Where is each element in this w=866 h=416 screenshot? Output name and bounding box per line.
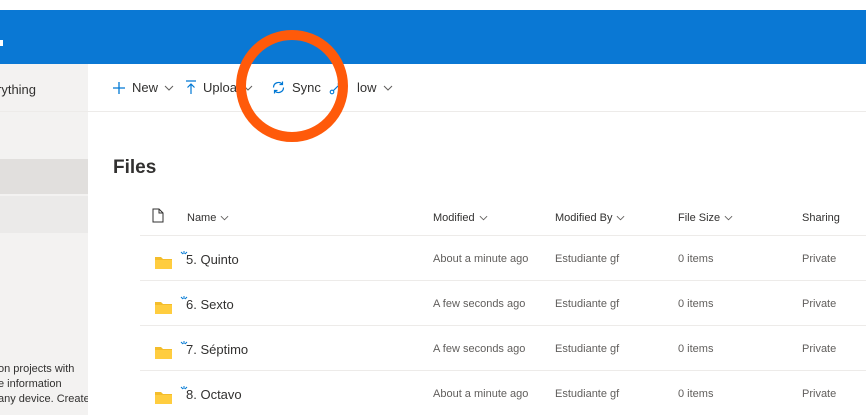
modified-by-value[interactable]: Estudiante gf — [555, 298, 619, 310]
file-name-link[interactable]: 5. Quinto — [186, 252, 239, 267]
chevron-down-icon — [616, 212, 625, 224]
chevron-down-icon — [220, 212, 229, 224]
nav-info-text: on projects with e information any devic… — [0, 362, 88, 407]
modified-by-value[interactable]: Estudiante gf — [555, 343, 619, 355]
modified-column-label: Modified — [433, 212, 475, 224]
sharing-value: Private — [802, 388, 837, 400]
modified-by-value[interactable]: Estudiante gf — [555, 388, 619, 400]
upload-arrow-icon — [185, 80, 197, 95]
page-title: Files — [113, 157, 157, 178]
modified-by-value[interactable]: Estudiante gf — [555, 253, 619, 265]
chevron-down-icon — [479, 212, 488, 224]
file-name-link[interactable]: 7. Séptimo — [186, 342, 248, 357]
modified-value: A few seconds ago — [433, 343, 526, 355]
sharing-value: Private — [802, 343, 837, 355]
modified-value: About a minute ago — [433, 388, 529, 400]
flow-button-label: low — [357, 80, 377, 95]
new-button[interactable]: New — [112, 80, 174, 95]
table-row[interactable]: 7. Séptimo A few seconds ago Estudiante … — [140, 325, 866, 371]
file-name-link[interactable]: 6. Sexto — [186, 297, 234, 312]
sharing-value: Private — [802, 298, 837, 310]
folder-icon — [155, 256, 172, 274]
chevron-down-icon — [383, 85, 393, 91]
folder-icon — [155, 301, 172, 319]
upload-button-label: Uploa — [203, 80, 237, 95]
document-icon — [152, 208, 164, 226]
file-type-column-header[interactable] — [152, 208, 164, 226]
name-column-label: Name — [187, 212, 217, 224]
file-size-column-label: File Size — [678, 212, 721, 224]
modified-by-column-label: Modified By — [555, 212, 613, 224]
modified-value: About a minute ago — [433, 253, 529, 265]
highlight-circle-annotation — [236, 30, 348, 142]
suite-header-bar — [0, 10, 866, 64]
modified-value: A few seconds ago — [433, 298, 526, 310]
modified-column-header[interactable]: Modified — [433, 212, 488, 224]
new-button-label: New — [132, 80, 159, 95]
file-size-value: 0 items — [678, 343, 714, 355]
sharing-value: Private — [802, 253, 837, 265]
folder-icon — [155, 346, 172, 364]
file-size-value: 0 items — [678, 298, 714, 310]
nav-item-selected[interactable] — [0, 159, 88, 194]
plus-icon — [112, 81, 126, 95]
nav-divider — [0, 111, 88, 112]
top-margin — [0, 0, 866, 10]
file-size-value: 0 items — [678, 253, 714, 265]
sharing-column-label: Sharing — [802, 212, 840, 224]
command-bar: New Uploa Sync low — [88, 64, 866, 112]
modified-by-column-header[interactable]: Modified By — [555, 212, 625, 224]
nav-info-line: e information — [0, 378, 62, 390]
nav-info-line: any device. Create — [0, 393, 88, 405]
search-everything-label[interactable]: rything — [0, 82, 36, 97]
nav-info-line: on projects with — [0, 363, 75, 375]
file-size-value: 0 items — [678, 388, 714, 400]
name-column-header[interactable]: Name — [187, 212, 229, 224]
table-row[interactable]: 8. Octavo About a minute ago Estudiante … — [140, 370, 866, 416]
nav-item[interactable] — [0, 196, 88, 233]
sharing-column-header[interactable]: Sharing — [802, 212, 840, 224]
table-row[interactable]: 5. Quinto About a minute ago Estudiante … — [140, 235, 866, 281]
folder-icon — [155, 391, 172, 409]
app-launcher-fragment[interactable] — [0, 40, 3, 46]
chevron-down-icon — [724, 212, 733, 224]
file-name-link[interactable]: 8. Octavo — [186, 387, 242, 402]
file-size-column-header[interactable]: File Size — [678, 212, 733, 224]
table-row[interactable]: 6. Sexto A few seconds ago Estudiante gf… — [140, 280, 866, 326]
chevron-down-icon — [164, 85, 174, 91]
left-navigation: rything on projects with e information a… — [0, 64, 88, 415]
